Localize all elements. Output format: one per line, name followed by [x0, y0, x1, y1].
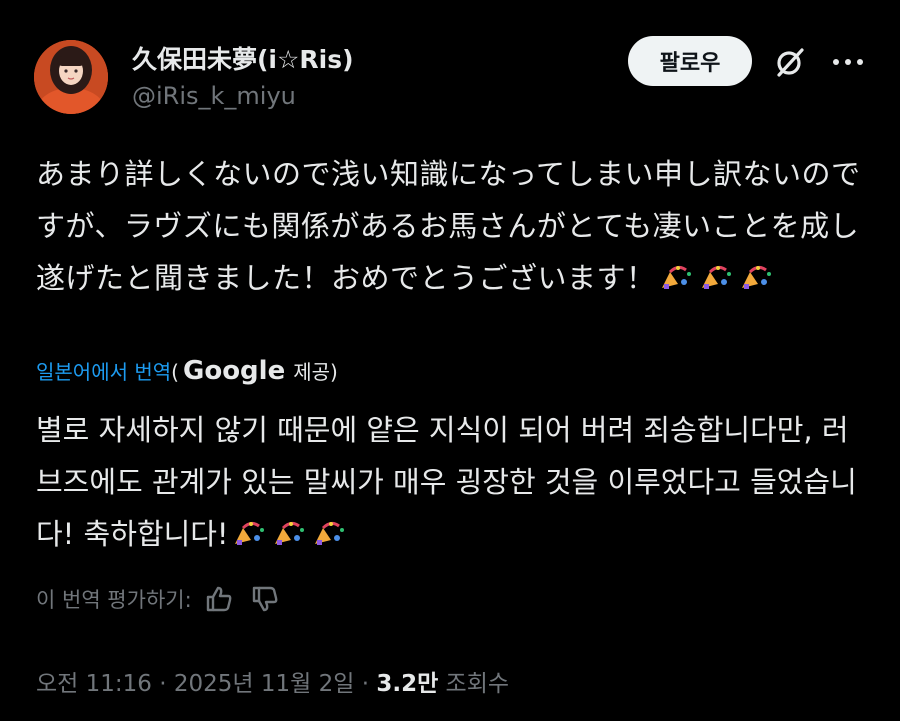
- tweet-text: あまり詳しくないので浅い知識になってしまい申し訳ないのですが、ラヴズにも関係があ…: [36, 148, 866, 304]
- tweet-time[interactable]: 오전 11:16: [36, 671, 152, 697]
- grok-icon[interactable]: [772, 44, 808, 80]
- avatar[interactable]: [34, 40, 108, 114]
- tweet-date[interactable]: 2025년 11월 2일: [174, 671, 355, 697]
- display-name[interactable]: 久保田未夢(i☆Ris): [132, 40, 354, 76]
- tweet-metadata: 오전 11:16 · 2025년 11월 2일 · 3.2만 조회수: [36, 664, 509, 698]
- open-paren: (: [171, 360, 179, 384]
- user-handle[interactable]: @iRis_k_miyu: [132, 82, 296, 110]
- party-popper-icon: [661, 265, 691, 289]
- party-popper-icon: [314, 521, 344, 545]
- translated-from-link[interactable]: 일본어에서 번역: [36, 356, 171, 385]
- party-popper-emoji-group: [229, 517, 349, 551]
- follow-button[interactable]: 팔로우: [628, 36, 752, 86]
- translation-attribution: 일본어에서 번역(Google 제공): [36, 356, 338, 386]
- thumbs-up-icon[interactable]: [204, 584, 234, 614]
- view-count: 3.2만: [376, 671, 439, 697]
- views-label: 조회수: [438, 671, 510, 697]
- rate-translation-row: 이 번역 평가하기:: [36, 584, 280, 614]
- party-popper-icon: [274, 521, 304, 545]
- rate-translation-label: 이 번역 평가하기:: [36, 588, 192, 612]
- party-popper-icon: [234, 521, 264, 545]
- translated-text: 별로 자세하지 않기 때문에 얕은 지식이 되어 버려 죄송합니다만, 러브즈에…: [36, 404, 866, 560]
- separator-dot: ·: [151, 671, 174, 697]
- party-popper-emoji-group: [656, 261, 776, 295]
- party-popper-icon: [741, 265, 771, 289]
- more-icon[interactable]: [828, 44, 868, 80]
- party-popper-icon: [701, 265, 731, 289]
- separator-dot: ·: [354, 671, 377, 697]
- google-logo: Google: [182, 356, 286, 386]
- thumbs-down-icon[interactable]: [250, 584, 280, 614]
- translated-body: 별로 자세하지 않기 때문에 얕은 지식이 되어 버려 죄송합니다만, 러브즈에…: [36, 413, 857, 551]
- provided-label: 제공): [293, 360, 338, 384]
